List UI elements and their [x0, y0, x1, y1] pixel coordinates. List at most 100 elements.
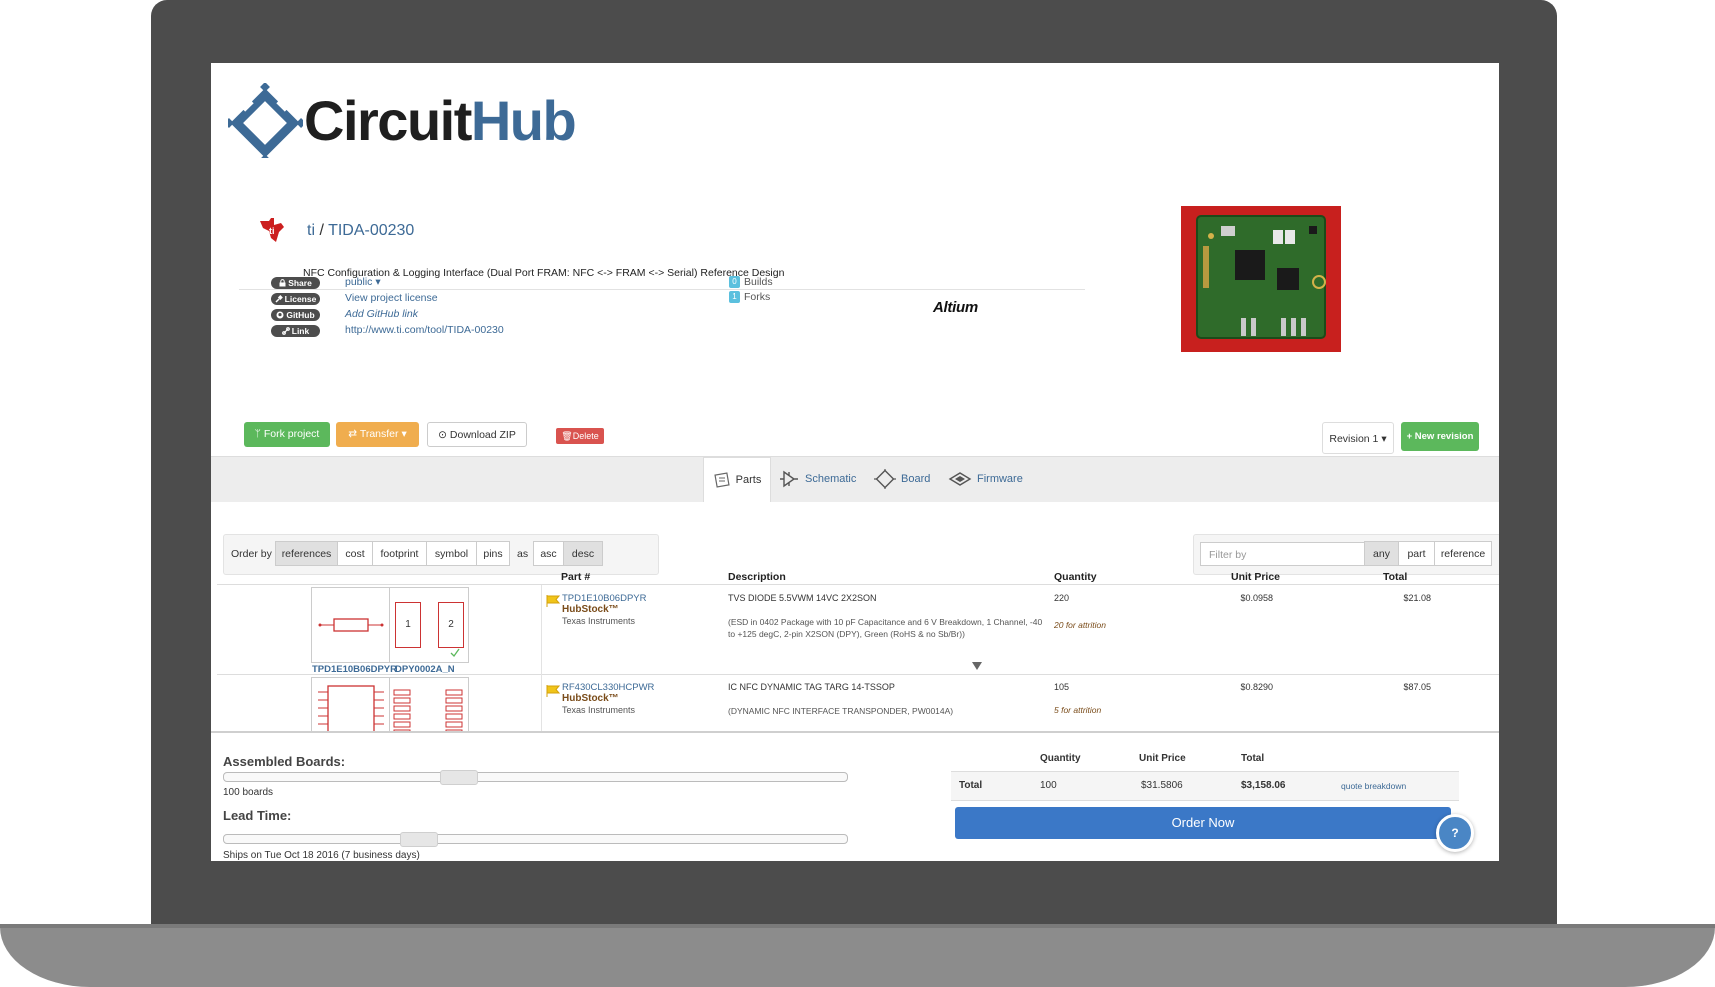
tab-board[interactable]: Board — [874, 457, 930, 501]
part-quantity: 220 — [1054, 593, 1070, 603]
lead-time-label: Lead Time: — [223, 808, 292, 823]
stock-flag-icon — [546, 685, 560, 697]
svg-text:ti: ti — [269, 226, 275, 236]
builds-label[interactable]: Builds — [744, 276, 773, 288]
circuithub-logo[interactable]: CircuitHub — [223, 81, 577, 165]
as-label: as — [517, 548, 529, 560]
part-quantity: 105 — [1054, 682, 1070, 692]
filter-reference-button[interactable]: reference — [1434, 541, 1492, 566]
visibility-dropdown[interactable]: public ▾ — [345, 276, 381, 288]
col-description[interactable]: Description — [728, 571, 786, 583]
order-asc-button[interactable]: asc — [533, 541, 564, 566]
order-pins-button[interactable]: pins — [476, 541, 510, 566]
caret-down-icon: ▾ — [401, 428, 407, 440]
github-icon — [276, 311, 284, 319]
table-header-divider — [217, 584, 1499, 585]
quote-col-total: Total — [1241, 753, 1265, 764]
texas-instruments-logo-icon: ti — [260, 218, 284, 242]
part-number-link[interactable]: TPD1E10B06DPYR — [562, 593, 646, 604]
boards-slider-handle[interactable] — [440, 770, 478, 785]
quote-total-label: Total — [959, 780, 983, 791]
attrition-note: 20 for attrition — [1054, 620, 1106, 630]
order-symbol-button[interactable]: symbol — [426, 541, 477, 566]
fork-icon: ᛘ — [254, 428, 261, 440]
revision-dropdown[interactable]: Revision 1 ▾ — [1322, 422, 1394, 454]
quote-unit-price: $31.5806 — [1141, 780, 1183, 791]
expand-row-icon[interactable] — [972, 662, 982, 670]
link-icon — [281, 327, 290, 335]
order-footprint-button[interactable]: footprint — [372, 541, 427, 566]
order-cost-button[interactable]: cost — [337, 541, 373, 566]
link-pill: Link — [271, 325, 320, 337]
symbol-name-label[interactable]: TPD1E10B06DPYR — [312, 664, 397, 675]
lead-time-slider-handle[interactable] — [400, 832, 438, 847]
forks-count-badge: 1 — [729, 291, 740, 303]
order-by-toolbar: Order by references cost footprint symbo… — [223, 534, 659, 575]
tab-parts[interactable]: Parts — [703, 457, 771, 502]
project-name-link[interactable]: TIDA-00230 — [328, 222, 414, 239]
boards-slider[interactable] — [223, 772, 848, 782]
transfer-button[interactable]: ⇄ Transfer ▾ — [336, 422, 419, 447]
project-title: ti / TIDA-00230 — [307, 222, 414, 240]
forks-label[interactable]: Forks — [744, 291, 770, 303]
footprint-pad-2: 2 — [438, 602, 464, 648]
hubstock-label: HubStock™ — [562, 604, 619, 615]
fork-project-button[interactable]: ᛘ Fork project — [244, 422, 330, 447]
caret-down-icon: ▾ — [1381, 433, 1387, 445]
order-references-button[interactable]: references — [275, 541, 338, 566]
caret-down-icon: ▾ — [375, 276, 381, 288]
line-total: $87.05 — [1403, 682, 1431, 692]
board-chip-icon — [874, 469, 896, 490]
boards-value: 100 boards — [223, 787, 274, 798]
header-divider — [239, 289, 1085, 290]
board-photo[interactable] — [1181, 206, 1341, 352]
stock-flag-icon — [546, 595, 560, 607]
col-quantity[interactable]: Quantity — [1054, 571, 1097, 583]
hubstock-label: HubStock™ — [562, 693, 619, 704]
tab-firmware[interactable]: Firmware — [948, 457, 1023, 501]
download-zip-button[interactable]: ⊙ Download ZIP — [427, 422, 527, 447]
gavel-icon — [275, 295, 283, 303]
unit-price: $0.8290 — [1240, 682, 1273, 692]
part-details-line2: to +125 degC, 2-pin X2SON (DPY), Green (… — [728, 629, 965, 639]
browser-screen: CircuitHub ti ti / TIDA-00230 NFC Config… — [211, 63, 1499, 861]
tab-schematic[interactable]: Schematic — [778, 457, 856, 501]
lead-time-slider[interactable] — [223, 834, 848, 844]
col-unit-price[interactable]: Unit Price — [1231, 571, 1280, 583]
builds-count-badge: 0 — [729, 276, 740, 288]
delete-button[interactable]: 🗑Delete — [556, 428, 604, 444]
order-desc-button[interactable]: desc — [563, 541, 603, 566]
quote-breakdown-link[interactable]: quote breakdown — [1341, 781, 1406, 791]
schematic-icon — [780, 470, 798, 488]
filter-input[interactable]: Filter by — [1200, 542, 1365, 566]
trash-icon: 🗑 — [561, 431, 573, 441]
order-now-button[interactable]: Order Now — [955, 807, 1451, 839]
filter-toolbar: Filter by any part reference — [1193, 534, 1499, 575]
line-total: $21.08 — [1403, 593, 1431, 603]
lock-icon — [279, 279, 286, 287]
footprint-preview[interactable]: 1 2 — [389, 587, 469, 663]
project-title-separator: / — [319, 222, 324, 239]
parts-list-icon — [714, 472, 730, 488]
attrition-note: 5 for attrition — [1054, 705, 1102, 715]
symbol-preview[interactable] — [311, 587, 391, 663]
project-external-link[interactable]: http://www.ti.com/tool/TIDA-00230 — [345, 324, 504, 336]
quote-col-unit-price: Unit Price — [1139, 753, 1186, 764]
part-number-link[interactable]: RF430CL330HCPWR — [562, 682, 654, 693]
unit-price: $0.0958 — [1240, 593, 1273, 603]
laptop-base — [0, 924, 1715, 987]
github-pill: GitHub — [271, 309, 320, 321]
filter-any-button[interactable]: any — [1364, 541, 1399, 566]
assembled-boards-label: Assembled Boards: — [223, 754, 346, 769]
new-revision-button[interactable]: + New revision — [1401, 422, 1479, 451]
help-chat-button[interactable]: ? — [1436, 814, 1474, 852]
view-license-link[interactable]: View project license — [345, 292, 438, 304]
part-description: TVS DIODE 5.5VWM 14VC 2X2SON — [728, 593, 877, 603]
project-owner-link[interactable]: ti — [307, 222, 315, 239]
col-total[interactable]: Total — [1383, 571, 1407, 583]
pcb-board-illustration — [1181, 206, 1341, 352]
filter-part-button[interactable]: part — [1398, 541, 1435, 566]
col-part-number[interactable]: Part # — [561, 571, 590, 583]
footprint-name-label[interactable]: DPY0002A_N — [395, 664, 455, 675]
add-github-link[interactable]: Add GitHub link — [345, 308, 418, 320]
